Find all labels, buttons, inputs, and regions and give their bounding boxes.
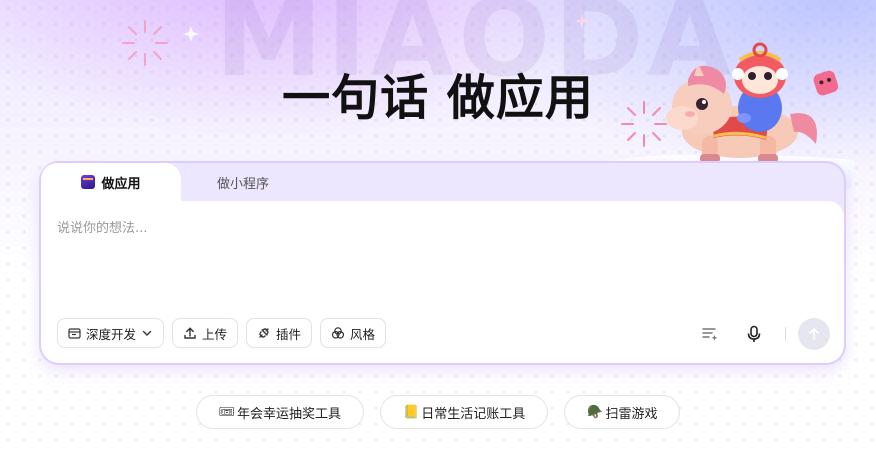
suggestion-text: 扫雷游戏 bbox=[605, 406, 658, 422]
suggestion-lottery-tool[interactable]: 🎟 年会幸运抽奖工具 bbox=[195, 395, 365, 429]
prompt-optimize-icon bbox=[702, 328, 718, 341]
microphone-icon bbox=[747, 325, 761, 342]
tab-build-mini-program[interactable]: 做小程序 bbox=[217, 163, 269, 201]
notebook-icon: 📒 bbox=[403, 404, 420, 420]
toolbar-divider bbox=[785, 327, 786, 341]
suggestion-minesweeper-game[interactable]: 🪖 扫雷游戏 bbox=[564, 395, 681, 429]
style-label: 风格 bbox=[350, 326, 376, 342]
suggestion-text: 年会幸运抽奖工具 bbox=[237, 406, 342, 422]
app-build-icon bbox=[81, 175, 96, 189]
send-arrow-icon bbox=[809, 327, 819, 340]
voice-input-button[interactable] bbox=[739, 319, 769, 349]
tab-build-app-label: 做应用 bbox=[101, 176, 141, 192]
plugins-label: 插件 bbox=[276, 326, 302, 342]
star-sparkle-small bbox=[575, 14, 589, 28]
ticket-icon: 🎟 bbox=[218, 404, 236, 420]
plugin-icon bbox=[259, 328, 269, 338]
suggestion-bookkeeping-tool[interactable]: 📒 日常生活记账工具 bbox=[380, 395, 549, 429]
composer-panel: 深度开发 上传 插件 bbox=[41, 201, 844, 363]
composer-right-tools bbox=[695, 318, 830, 350]
dev-mode-label: 深度开发 bbox=[86, 326, 137, 342]
style-button[interactable]: 风格 bbox=[320, 318, 387, 348]
send-button[interactable] bbox=[798, 318, 830, 350]
plugins-button[interactable]: 插件 bbox=[246, 318, 313, 348]
tab-build-mini-program-label: 做小程序 bbox=[217, 176, 270, 192]
composer-toolbar: 深度开发 上传 插件 风格 bbox=[57, 318, 387, 348]
dev-mode-dropdown[interactable]: 深度开发 bbox=[57, 318, 165, 348]
upload-label: 上传 bbox=[202, 326, 228, 342]
helmet-icon: 🪖 bbox=[587, 404, 604, 420]
chevron-down-icon bbox=[142, 330, 152, 336]
window-icon bbox=[68, 327, 81, 339]
suggestion-chips: 🎟 年会幸运抽奖工具 📒 日常生活记账工具 🪖 扫雷游戏 bbox=[0, 395, 876, 429]
palette-icon bbox=[331, 327, 345, 339]
prompt-optimize-button[interactable] bbox=[695, 319, 725, 349]
upload-button[interactable]: 上传 bbox=[172, 318, 239, 348]
prompt-composer: 做应用 做小程序 深度开发 上 bbox=[41, 163, 844, 363]
suggestion-text: 日常生活记账工具 bbox=[421, 406, 526, 422]
tab-build-app[interactable]: 做应用 bbox=[41, 163, 181, 201]
star-sparkle bbox=[183, 26, 199, 42]
upload-icon bbox=[184, 327, 196, 339]
prompt-input[interactable] bbox=[57, 221, 697, 236]
